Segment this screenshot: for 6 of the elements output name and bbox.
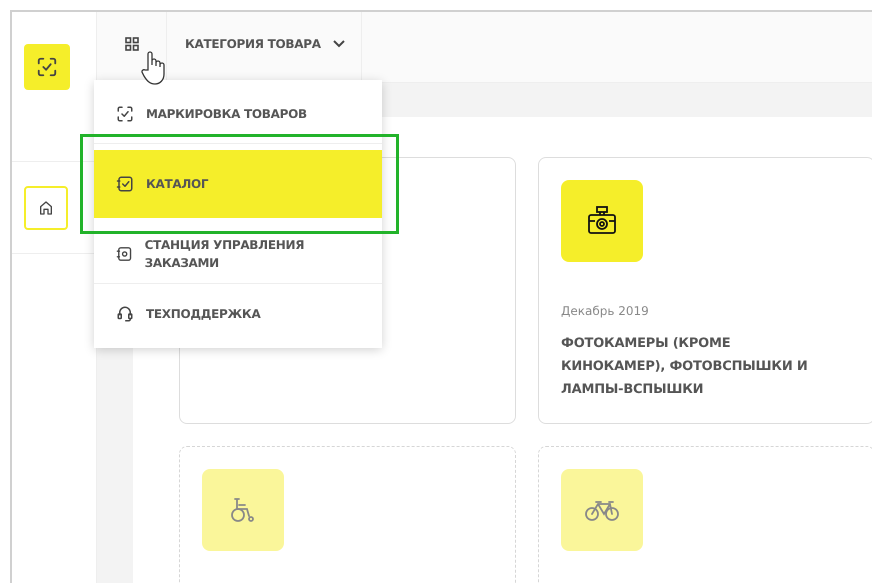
menu-item-label: ТЕХПОДДЕРЖКА	[146, 306, 260, 323]
menu-item-label: МАРКИРОВКА ТОВАРОВ	[146, 106, 307, 122]
menu-item-label: СТАНЦИЯ УПРАВЛЕНИЯ ЗАКАЗАМИ	[144, 236, 306, 272]
card-title: ФОТОКАМЕРЫ (КРОМЕ КИНОКАМЕР), ФОТОВСПЫШКИ И ЛАМПЫ-ВСПЫШКИ	[561, 335, 809, 399]
card-date: Декабрь 2019	[561, 304, 650, 318]
menu-item-label: КАТАЛОГ	[146, 176, 208, 193]
